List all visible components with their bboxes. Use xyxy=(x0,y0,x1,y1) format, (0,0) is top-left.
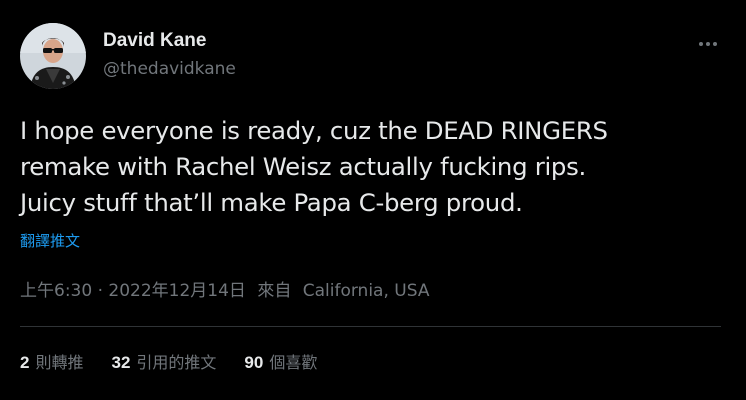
tweet-text-line: remake with Rachel Weisz actually fuckin… xyxy=(20,152,586,181)
source-prefix: 來自 xyxy=(257,281,292,301)
likes-label: 個喜歡 xyxy=(269,353,318,372)
tweet-text-line: Juicy stuff that’ll make Papa C-berg pro… xyxy=(20,188,523,217)
tweet-meta: 上午6:30 · 2022年12月14日 來自 California, USA xyxy=(20,279,429,303)
likes-stat[interactable]: 90 個喜歡 xyxy=(244,351,317,375)
tweet-text-line: I hope everyone is ready, cuz the DEAD R… xyxy=(20,116,608,145)
author-handle[interactable]: @thedavidkane xyxy=(103,58,236,80)
quote-tweets-stat[interactable]: 32 引用的推文 xyxy=(111,351,216,375)
tweet-location[interactable]: California, USA xyxy=(303,281,430,301)
tweet-text: I hope everyone is ready, cuz the DEAD R… xyxy=(20,113,726,221)
more-horizontal-icon xyxy=(698,31,719,50)
translate-tweet-link[interactable]: 翻譯推文 xyxy=(20,231,80,251)
retweets-count: 2 xyxy=(20,353,30,372)
author-block: David Kane @thedavidkane xyxy=(103,30,236,80)
author-avatar[interactable] xyxy=(20,23,86,89)
tweet-stats: 2 則轉推 32 引用的推文 90 個喜歡 xyxy=(20,351,345,375)
tweet-card: David Kane @thedavidkane I hope everyone… xyxy=(0,0,746,400)
retweets-stat[interactable]: 2 則轉推 xyxy=(20,351,83,375)
likes-count: 90 xyxy=(244,353,264,372)
quote-tweets-count: 32 xyxy=(111,353,131,372)
author-display-name[interactable]: David Kane xyxy=(103,30,236,52)
retweets-label: 則轉推 xyxy=(35,353,84,372)
avatar-photo-icon xyxy=(20,23,86,89)
quote-tweets-label: 引用的推文 xyxy=(136,353,217,372)
divider xyxy=(20,326,721,327)
more-options-button[interactable] xyxy=(692,28,724,52)
tweet-timestamp[interactable]: 上午6:30 · 2022年12月14日 xyxy=(20,281,246,301)
